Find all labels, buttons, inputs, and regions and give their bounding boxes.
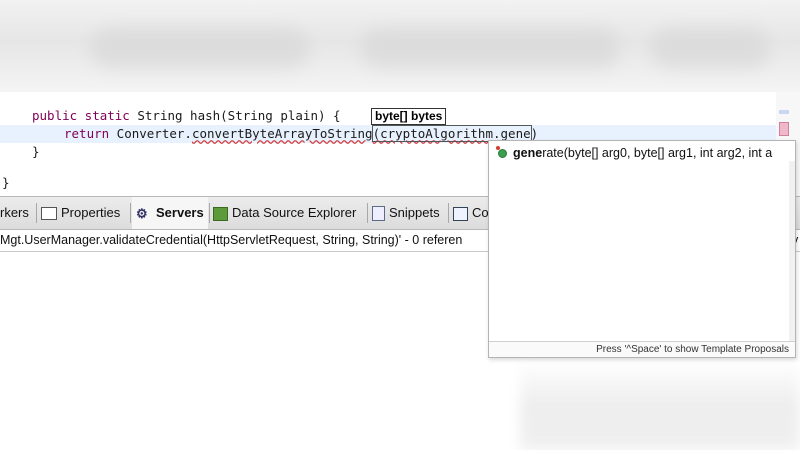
tab-data-source-explorer[interactable]: Data Source Explorer [213,197,356,229]
database-icon [213,206,228,221]
tab-divider [130,203,131,223]
code-text: String hash(String plain) { [129,108,341,123]
keyword: return [64,126,110,141]
tab-properties[interactable]: Properties [41,197,120,229]
tab-label: Properties [61,205,121,220]
status-text: Mgt.UserManager.validateCredential(HttpS… [0,233,463,247]
tab-divider [367,203,368,223]
public-method-icon [496,146,507,158]
tab-console[interactable]: Co [453,197,489,229]
keyword: public static [32,108,130,123]
tab-divider [448,203,449,223]
code-line-3[interactable]: } [32,143,40,161]
snippets-icon [372,206,385,222]
blur-smudge [90,28,310,68]
argument-box: (cryptoAlgorithm.gene [371,125,532,142]
completion-match: gene [513,146,543,160]
tab-label: Servers [156,205,204,220]
tab-divider [209,203,210,223]
tab-label: rkers [0,205,29,220]
blurred-top-region [0,0,800,92]
content-assist-popup: generate(byte[] arg0, byte[] arg1, int a… [488,140,796,358]
parameter-hint-tooltip: byte[] bytes [371,108,447,125]
tab-label: Snippets [389,205,440,220]
properties-icon [41,207,57,221]
popup-status-footer: Press '^Space' to show Template Proposal… [489,341,795,357]
tab-label: Co [472,205,489,220]
blur-smudge [360,28,620,68]
tab-label: Data Source Explorer [232,205,357,220]
close-paren: ) [530,126,539,141]
tab-divider [36,203,37,223]
code-line-1[interactable]: public static String hash(String plain) … [32,107,341,125]
tab-markers[interactable]: rkers [0,197,29,229]
servers-icon: ⚙ [136,205,148,221]
tab-servers[interactable]: ⚙ Servers [132,197,208,229]
blurred-bottom-region [520,360,800,450]
blur-smudge [650,28,770,68]
completion-signature: rate(byte[] arg0, byte[] arg1, int arg2,… [542,146,773,160]
completion-item-generate[interactable]: generate(byte[] arg0, byte[] arg1, int a… [489,143,795,163]
error-marker[interactable] [779,122,789,136]
code-line-4[interactable]: } [2,174,10,192]
tab-snippets[interactable]: Snippets [372,197,440,229]
console-icon [453,206,468,221]
popup-scrollbar[interactable] [789,161,795,341]
method-name: convertByteArrayToString [191,126,373,141]
code-text: Converter. [109,126,192,141]
ruler-marker[interactable] [779,110,789,114]
